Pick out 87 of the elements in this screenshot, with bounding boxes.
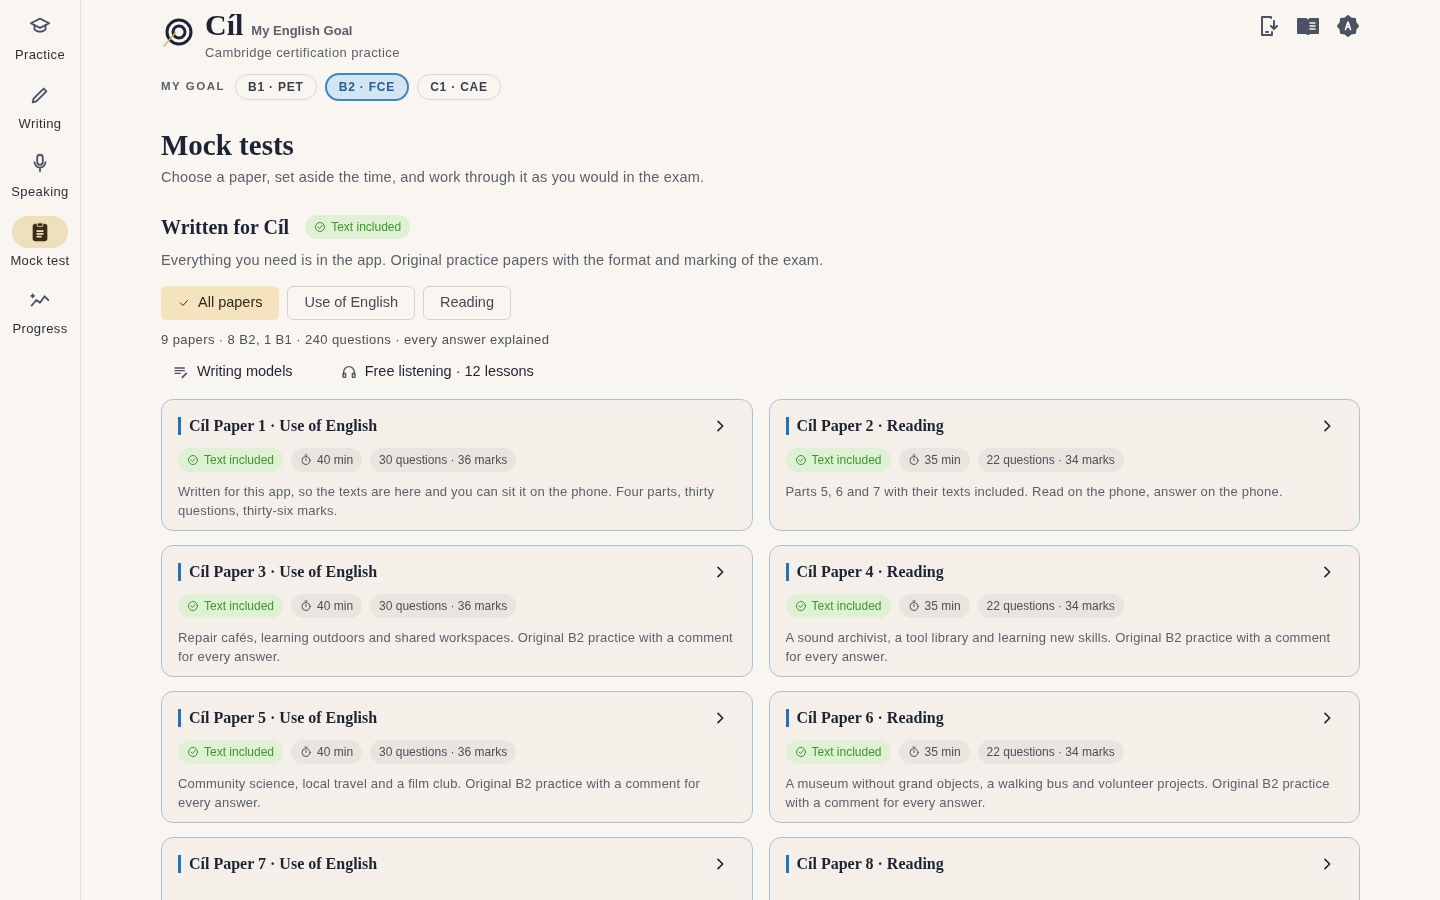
stopwatch-icon xyxy=(907,746,920,758)
accessibility-badge-icon[interactable] xyxy=(1336,14,1360,38)
accent-bar xyxy=(785,417,789,435)
papers-summary: 9 papers · 8 B2, 1 B1 · 240 questions · every answer explained xyxy=(161,330,551,349)
check-circle-icon xyxy=(794,600,807,612)
paper-card[interactable]: Cíl Paper 7 · Use of English xyxy=(161,837,753,900)
paper-card[interactable]: Cíl Paper 3 · Use of English Text included 40 min 30 questions · 36 marks Repair cafés, learning outdoors and shared workspaces. Original B2 practice with a comment for every answer. xyxy=(161,545,753,677)
stopwatch-icon xyxy=(300,746,313,758)
paper-title: Cíl Paper 1 · Use of English xyxy=(189,416,378,437)
lines-pen-icon xyxy=(173,364,189,381)
text-included-badge: Text included xyxy=(785,448,891,472)
paper-title: Cíl Paper 6 · Reading xyxy=(796,708,944,729)
accent-bar xyxy=(178,855,181,873)
stopwatch-icon xyxy=(907,600,920,612)
accent-bar xyxy=(785,563,789,581)
writing-models-link[interactable]: Writing models xyxy=(173,361,293,383)
nav-item[interactable]: Speaking xyxy=(0,147,80,202)
nav-item[interactable]: Progress xyxy=(0,284,80,339)
filter-chip[interactable]: Use of English xyxy=(287,286,415,320)
paper-description: Parts 5, 6 and 7 with their texts included. Read on the phone, answer on the phone. xyxy=(785,483,1284,501)
accent-bar xyxy=(178,563,181,581)
paper-description: A sound archivist, a tool library and learning new skills. Original B2 practice with a comment for every answer. xyxy=(785,629,1332,666)
accent-bar xyxy=(178,709,181,727)
filter-chip[interactable]: All papers xyxy=(161,286,280,320)
section-title: Written for Cíl xyxy=(161,215,290,241)
accent-bar xyxy=(178,417,181,435)
check-circle-icon xyxy=(794,746,807,758)
paper-description: Written for this app, so the texts are here and you can sit it on the phone. Four parts, thirty questions, thirty-six marks. xyxy=(178,483,716,520)
text-included-badge: Text included xyxy=(785,740,891,764)
questions-chip: 22 questions · 34 marks xyxy=(977,594,1124,618)
goal-chip[interactable]: C1 · CAE xyxy=(417,73,501,100)
stopwatch-icon xyxy=(907,454,920,466)
duration-chip: 35 min xyxy=(898,594,970,618)
questions-chip: 30 questions · 36 marks xyxy=(370,594,517,618)
stopwatch-icon xyxy=(300,600,313,612)
goal-label: MY GOAL xyxy=(161,78,225,94)
paper-description: Repair cafés, learning outdoors and shared workspaces. Original B2 practice with a comment for every answer. xyxy=(178,629,734,666)
paper-title: Cíl Paper 4 · Reading xyxy=(796,562,944,583)
check-circle-icon xyxy=(794,454,807,466)
app-logo: Cíl xyxy=(205,8,244,42)
paper-card[interactable]: Cíl Paper 5 · Use of English Text included 40 min 30 questions · 36 marks Community science, local travel and a film club. Original B2 practice with a comment for every answer. xyxy=(161,691,753,823)
duration-chip: 40 min xyxy=(291,740,363,764)
text-included-badge: Text included xyxy=(178,448,284,472)
listening-link[interactable]: Free listening · 12 lessons xyxy=(340,361,534,383)
questions-chip: 30 questions · 36 marks xyxy=(370,448,517,472)
paper-title: Cíl Paper 8 · Reading xyxy=(796,854,944,875)
questions-chip: 30 questions · 36 marks xyxy=(370,740,517,764)
stopwatch-icon xyxy=(300,454,313,466)
check-circle-icon xyxy=(187,746,199,758)
nav-item[interactable]: Practice xyxy=(0,10,80,65)
app-tagline: My English Goal xyxy=(251,22,353,40)
duration-chip: 40 min xyxy=(291,594,363,618)
app-subtitle: Cambridge certification practice xyxy=(205,44,400,62)
paper-card[interactable]: Cíl Paper 1 · Use of English Text included 40 min 30 questions · 36 marks Written for this app, so the texts are here and you can sit it on the phone. Four parts, thirty questions, thirty-six marks. xyxy=(161,399,753,531)
accent-bar xyxy=(785,709,789,727)
filter-chip[interactable]: Reading xyxy=(423,286,511,320)
paper-description: Community science, local travel and a film club. Original B2 practice with a comment for every answer. xyxy=(178,775,701,812)
paper-title: Cíl Paper 5 · Use of English xyxy=(189,708,378,729)
paper-description: A museum without grand objects, a walking bus and volunteer projects. Original B2 practice with a comment for every answer. xyxy=(785,775,1331,812)
check-circle-icon xyxy=(187,600,199,612)
questions-chip: 22 questions · 34 marks xyxy=(977,740,1124,764)
text-included-badge: Text included xyxy=(178,594,284,618)
section-intro: Everything you need is in the app. Original practice papers with the format and marking of the exam. xyxy=(161,251,825,271)
check-circle-icon xyxy=(314,221,327,234)
duration-chip: 35 min xyxy=(898,740,970,764)
accent-bar xyxy=(785,855,789,873)
page-title: Mock tests xyxy=(161,127,295,163)
headphones-icon xyxy=(340,364,357,381)
nav-item[interactable]: Writing xyxy=(0,78,80,133)
goal-chip[interactable]: B2 · FCE xyxy=(324,72,410,101)
questions-chip: 22 questions · 34 marks xyxy=(977,448,1124,472)
paper-title: Cíl Paper 2 · Reading xyxy=(796,416,944,437)
check-circle-icon xyxy=(187,454,199,466)
nav-item[interactable]: Mock test xyxy=(0,215,80,270)
paper-card[interactable]: Cíl Paper 4 · Reading Text included 35 min 22 questions · 34 marks A sound archivist, a tool library and learning new skills. Original B2 practice with a comment for every answer. xyxy=(768,545,1360,677)
text-included-badge: Text included xyxy=(305,215,411,240)
page-intro: Choose a paper, set aside the time, and work through it as you would in the exam. xyxy=(161,167,706,187)
paper-title: Cíl Paper 3 · Use of English xyxy=(189,562,378,583)
text-included-badge: Text included xyxy=(785,594,891,618)
duration-chip: 35 min xyxy=(898,448,970,472)
paper-card[interactable]: Cíl Paper 6 · Reading Text included 35 min 22 questions · 34 marks A museum without grand objects, a walking bus and volunteer projects. Original B2 practice with a comment for every answer. xyxy=(768,691,1360,823)
goal-chip[interactable]: B1 · PET xyxy=(234,73,317,100)
paper-card[interactable]: Cíl Paper 2 · Reading Text included 35 min 22 questions · 34 marks Parts 5, 6 and 7 with their texts included. Read on the phone, answer on the phone. xyxy=(768,399,1360,531)
text-included-badge: Text included xyxy=(178,740,284,764)
duration-chip: 40 min xyxy=(291,448,363,472)
paper-title: Cíl Paper 7 · Use of English xyxy=(189,854,378,875)
paper-card[interactable]: Cíl Paper 8 · Reading xyxy=(768,837,1360,900)
